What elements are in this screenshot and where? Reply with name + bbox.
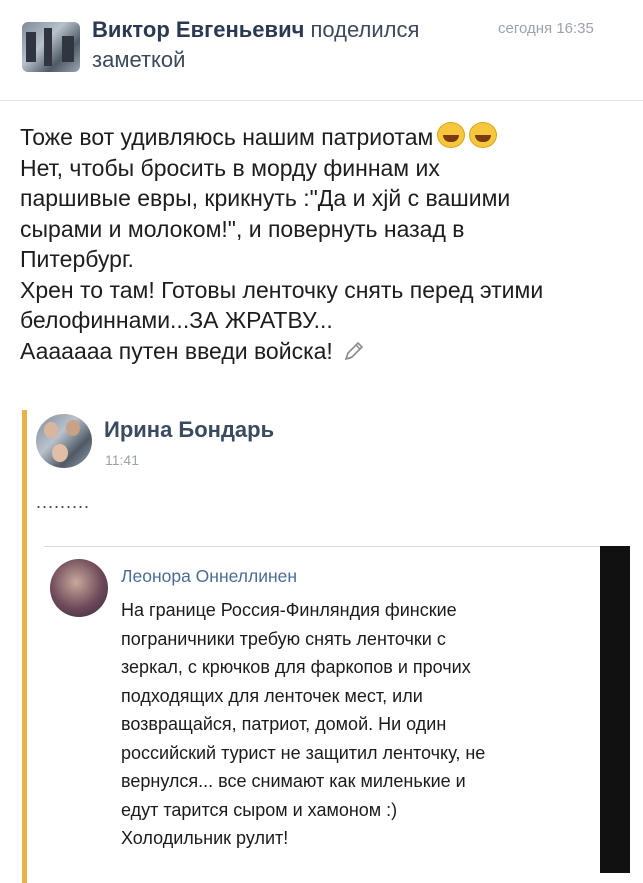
post-line: Питербург.	[20, 246, 134, 272]
post-header: Виктор Евгеньевич поделился заметкой сег…	[0, 0, 643, 101]
post-body: Тоже вот удивляюсь нашим патриотам Нет, …	[20, 122, 630, 369]
embedded-line: Холодильник рулит!	[121, 828, 289, 848]
author-name[interactable]: Виктор Евгеньевич	[92, 17, 304, 42]
embedded-line: подходящих для ленточек мест, или	[121, 685, 423, 706]
shared-text: .........	[36, 492, 91, 512]
quote-accent-bar	[22, 410, 27, 883]
post-time: сегодня 16:35	[498, 20, 594, 37]
laughing-emoji-icon	[437, 122, 466, 148]
author-avatar[interactable]	[22, 22, 80, 72]
post-line: паршивые евры, крикнуть :"Да и хјй с ваш…	[20, 185, 511, 211]
screenshot-dark-edge	[600, 546, 630, 873]
embedded-line: вернулся... все снимают как миленькие и	[121, 771, 466, 791]
post-line: Нет, чтобы бросить в морду финнам их	[20, 154, 440, 181]
action-text-note: заметкой	[92, 47, 186, 72]
embedded-line: На границе Россия-Финляндия финские	[121, 600, 457, 620]
embedded-line: российский турист не защитил ленточку, н…	[121, 742, 486, 763]
post-line: Ааааааа путен введи войска!	[20, 336, 630, 370]
embedded-line: возвращайся, патриот, домой. Ни один	[121, 714, 447, 734]
post-line: белофиннами...ЗА ЖРАТВУ...	[20, 307, 333, 333]
post-line: Хрен то там! Готовы ленточку снять перед…	[20, 276, 544, 303]
shared-author-avatar[interactable]	[36, 414, 92, 468]
embedded-author-name: Леонора Оннеллинен	[121, 566, 298, 586]
laughing-emoji-icon	[469, 122, 498, 148]
embedded-line: зеркал, с крючков для фаркопов и прочих	[121, 657, 471, 677]
pencil-icon	[343, 339, 365, 370]
shared-author-name[interactable]: Ирина Бондарь	[104, 417, 274, 443]
post-line: сырами и молоком!", и повернуть назад в	[20, 215, 465, 242]
embedded-line: пограничники требую снять ленточки с	[121, 628, 446, 649]
embedded-line: едут тарится сыром и хамоном :)	[121, 799, 398, 820]
embedded-author-avatar	[50, 559, 108, 617]
post-line: Тоже вот удивляюсь нашим патриотам	[20, 122, 630, 153]
action-text: поделился	[310, 17, 420, 42]
embedded-text: На границе Россия-Финляндия финские погр…	[121, 596, 596, 853]
shared-time: 11:41	[105, 452, 139, 468]
author-line: Виктор Евгеньевич поделился заметкой	[92, 15, 492, 75]
